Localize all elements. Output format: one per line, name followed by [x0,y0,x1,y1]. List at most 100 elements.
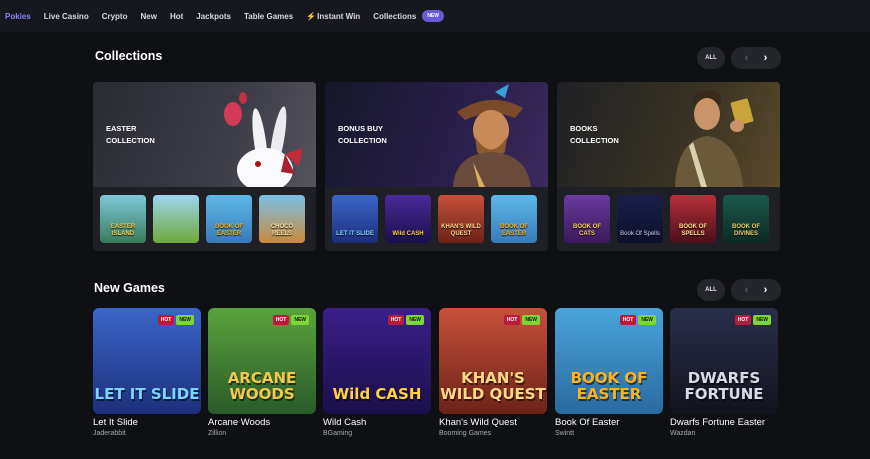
nav-item-collections[interactable]: Collections [373,12,416,21]
thumb-label: CHOCO REELS [270,224,294,237]
collection-title-line1: EASTER [106,124,137,133]
nav-item-label: Crypto [101,11,128,21]
game-badges: HOT NEW [734,315,771,325]
chevron-left-icon[interactable]: ‹ [745,52,749,64]
game-name[interactable]: Arcane Woods [208,417,308,428]
game-card[interactable]: HOT NEW BOOK OF EASTER Book Of Easter Sw… [555,308,663,437]
lightning-icon: ⚡ [306,11,317,21]
game-badges: HOT NEW [503,315,540,325]
nav-item-label: Live Casino [43,11,89,21]
new-games-title: New Games [94,281,165,295]
collection-title: EASTER COLLECTION [106,123,196,147]
game-card[interactable]: HOT NEW LET IT SLIDE Let It Slide Jadera… [93,308,201,437]
game-thumbnail[interactable]: HOT NEW KHAN'S WILD QUEST [439,308,547,414]
collection-card-bonus-buy[interactable]: BONUS BUY COLLECTION LET IT SLIDE Wild C… [325,82,548,251]
thumb-label: KHAN'S WILD QUEST [441,224,481,237]
thumb-game[interactable]: Book Of Spells [617,195,663,243]
collection-thumbnails: LET IT SLIDE Wild CASH KHAN'S WILD QUEST… [332,195,537,243]
new-badge: NEW [638,315,656,325]
nav-item-label: New [140,11,157,21]
thumb-game[interactable]: KHAN'S WILD QUEST [438,195,484,243]
thumb-game[interactable]: BOOK OF SPELLS [670,195,716,243]
game-card[interactable]: HOT NEW DWARFS FORTUNE Dwarfs Fortune Ea… [670,308,778,437]
collection-card-easter[interactable]: EASTER COLLECTION EASTER ISLAND BOOK OF … [93,82,316,251]
game-thumbnail[interactable]: HOT NEW BOOK OF EASTER [555,308,663,414]
thumb-label: Wild CASH [392,231,424,237]
new-badge: NEW [422,10,444,22]
thumb-game[interactable]: LET IT SLIDE [332,195,378,243]
pirate-icon [453,84,531,187]
chevron-right-icon[interactable]: › [764,284,768,296]
nav-item-label: Instant Win [317,11,361,21]
game-card[interactable]: HOT NEW ARCANE WOODS Arcane Woods Zillio… [208,308,316,437]
game-thumbnail[interactable]: HOT NEW ARCANE WOODS [208,308,316,414]
nav-item-label: Collections [373,11,417,21]
game-art-title: KHAN'S WILD QUEST [440,369,546,403]
game-provider: Booming Games [439,430,492,437]
collections-title: Collections [95,49,163,63]
hot-badge: HOT [503,315,521,325]
game-card[interactable]: HOT NEW Wild CASH Wild Cash BGaming [323,308,431,437]
new-badge: NEW [406,315,424,325]
hot-badge: HOT [387,315,405,325]
game-badges: HOT NEW [272,315,309,325]
nav-item-label: Hot [169,11,184,21]
explorer-icon [675,90,754,187]
new-games-carousel-controls: ‹ › [731,279,781,301]
nav-item-label: Jackpots [196,11,231,21]
game-badges: HOT NEW [157,315,194,325]
thumb-game[interactable]: BOOK OF CATS [564,195,610,243]
game-name[interactable]: Khan's Wild Quest [439,417,539,428]
collection-title: BOOKS COLLECTION [570,123,660,147]
game-name[interactable]: Let It Slide [93,417,193,428]
thumb-label: BOOK OF CATS [573,224,601,237]
thumb-label: BOOK OF EASTER [500,224,528,237]
game-card[interactable]: HOT NEW KHAN'S WILD QUEST Khan's Wild Qu… [439,308,547,437]
thumb-game[interactable] [153,195,199,243]
game-name[interactable]: Book Of Easter [555,417,655,428]
game-art-title: ARCANE WOODS [227,369,297,403]
nav-item-label: Pokies [5,11,31,21]
nav-item-instant-win[interactable]: ⚡ Instant Win [306,12,360,21]
nav-item-pokies[interactable]: Pokies [5,12,31,21]
new-games-all-button[interactable]: ALL [697,279,725,301]
game-badges: HOT NEW [619,315,656,325]
collection-title-line2: COLLECTION [338,136,387,145]
game-thumbnail[interactable]: HOT NEW DWARFS FORTUNE [670,308,778,414]
game-name[interactable]: Wild Cash [323,417,423,428]
game-provider: Wazdan [670,430,696,437]
nav-item-crypto[interactable]: Crypto [102,12,128,21]
nav-item-jackpots[interactable]: Jackpots [196,12,231,21]
thumb-game[interactable]: CHOCO REELS [259,195,305,243]
nav-item-table-games[interactable]: Table Games [244,12,293,21]
thumb-label: BOOK OF EASTER [215,224,243,237]
thumb-game[interactable]: BOOK OF DIVINES [723,195,769,243]
thumb-game[interactable]: BOOK OF EASTER [206,195,252,243]
thumb-label: LET IT SLIDE [336,231,374,237]
thumb-game[interactable]: BOOK OF EASTER [491,195,537,243]
game-thumbnail[interactable]: HOT NEW LET IT SLIDE [93,308,201,414]
chevron-left-icon[interactable]: ‹ [745,284,749,296]
collection-title: BONUS BUY COLLECTION [338,123,428,147]
bunny-icon [224,92,303,187]
game-name[interactable]: Dwarfs Fortune Easter [670,417,770,428]
new-badge: NEW [753,315,771,325]
nav-item-new[interactable]: New [140,12,156,21]
collection-card-books[interactable]: BOOKS COLLECTION BOOK OF CATS Book Of Sp… [557,82,780,251]
collections-all-button[interactable]: ALL [697,47,725,69]
collection-title-line1: BONUS BUY [338,124,384,133]
game-thumbnail[interactable]: HOT NEW Wild CASH [323,308,431,414]
nav-item-label: Table Games [243,11,294,21]
nav-item-live-casino[interactable]: Live Casino [44,12,89,21]
new-badge: NEW [522,315,540,325]
top-nav: Pokies Live Casino Crypto New Hot Jackpo… [0,0,870,32]
game-art-title: BOOK OF EASTER [570,369,648,403]
thumb-game[interactable]: EASTER ISLAND [100,195,146,243]
new-badge: NEW [176,315,194,325]
collection-title-line1: BOOKS [570,124,598,133]
game-provider: BGaming [323,430,353,437]
nav-item-hot[interactable]: Hot [170,12,183,21]
chevron-right-icon[interactable]: › [764,52,768,64]
thumb-game[interactable]: Wild CASH [385,195,431,243]
game-art-title: DWARFS FORTUNE [684,369,764,403]
